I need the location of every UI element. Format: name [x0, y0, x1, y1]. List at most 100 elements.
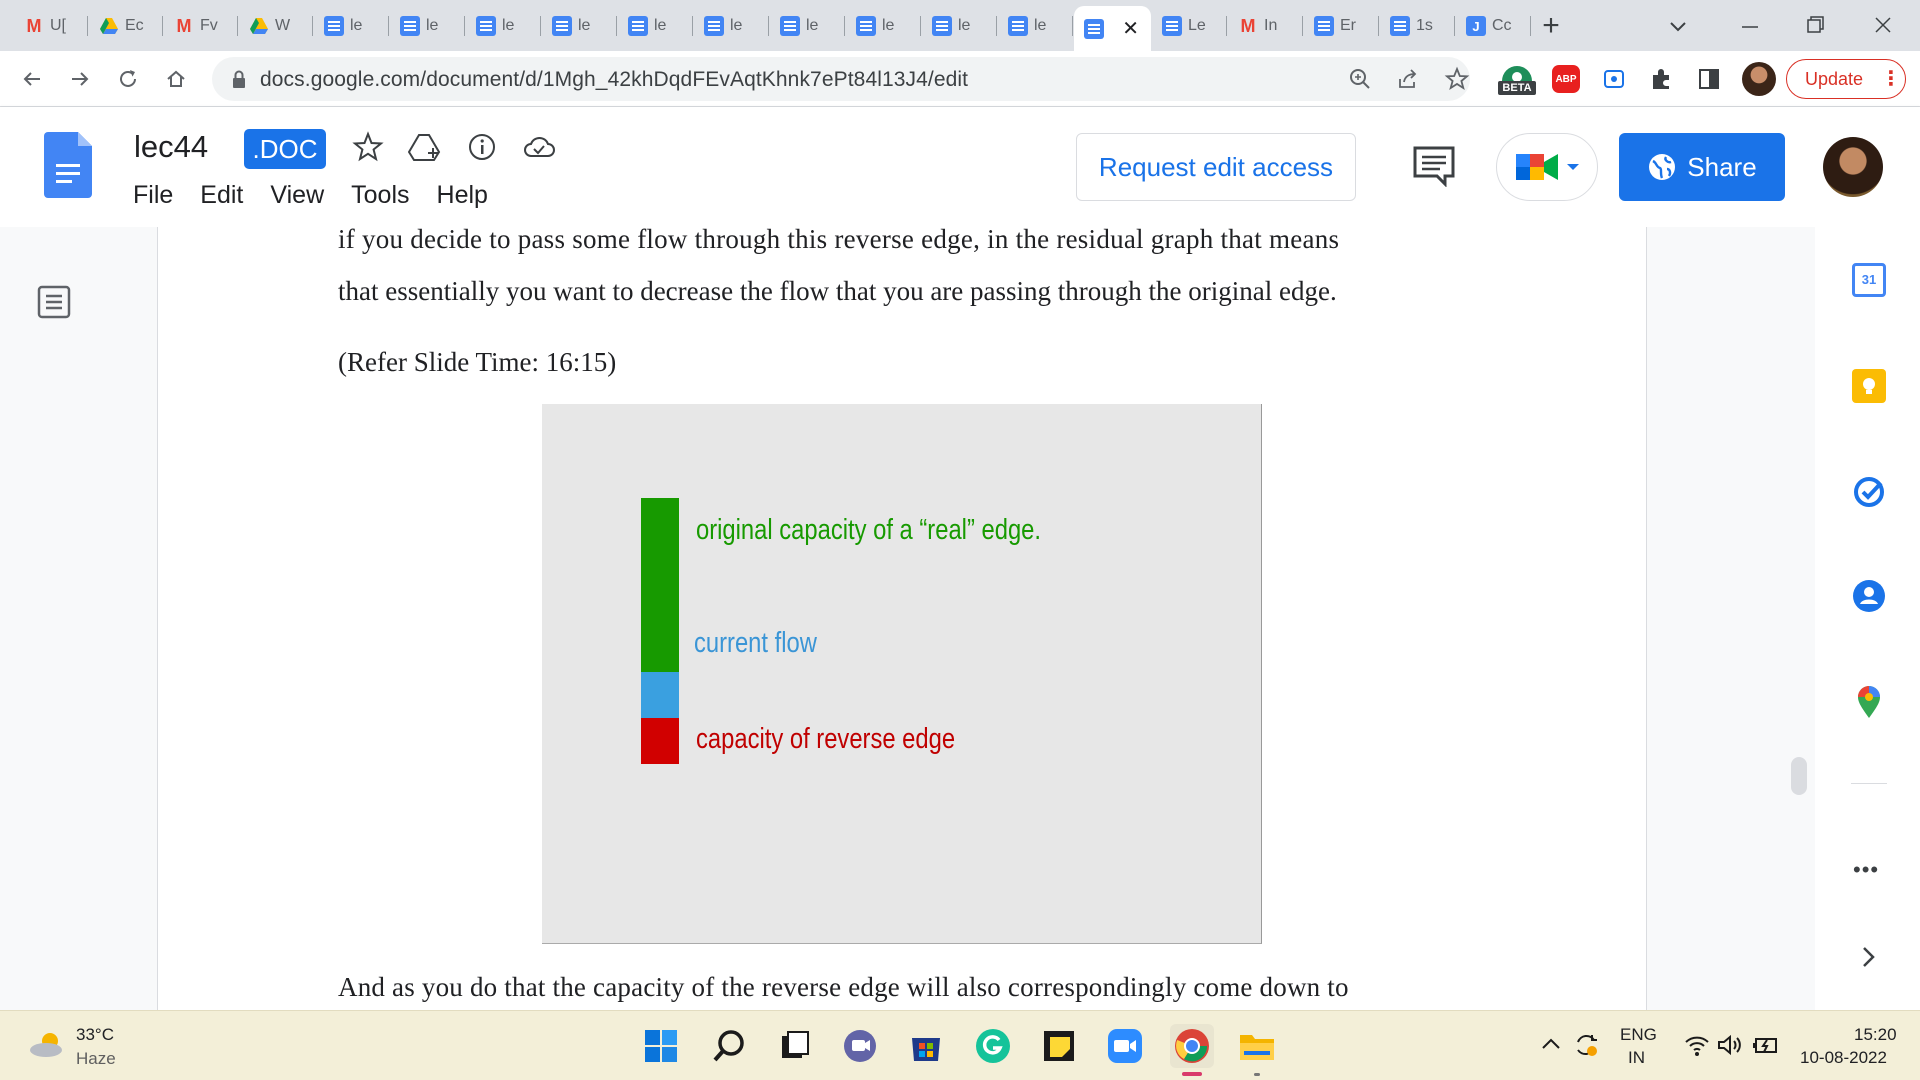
document-details-icon[interactable] — [466, 131, 498, 163]
tab-search-icon[interactable] — [1666, 14, 1690, 38]
lock-icon[interactable] — [230, 69, 248, 89]
browser-tab[interactable]: le — [922, 8, 997, 44]
browser-tab-label: W — [275, 17, 291, 34]
url-text[interactable]: docs.google.com/document/d/1Mgh_42khDqdF… — [260, 68, 968, 92]
bookmark-star-icon[interactable] — [1444, 66, 1470, 92]
zoom-icon[interactable] — [1348, 67, 1372, 91]
extension-beta-icon[interactable]: BETA — [1496, 61, 1538, 101]
browser-tab[interactable]: M Fv — [164, 8, 238, 44]
menu-view[interactable]: View — [270, 181, 324, 210]
j-icon: J — [1466, 16, 1486, 36]
grammarly-icon[interactable] — [974, 1027, 1012, 1065]
browser-tab[interactable]: Er — [1304, 8, 1379, 44]
request-edit-access-button[interactable]: Request edit access — [1076, 133, 1356, 201]
menu-file[interactable]: File — [133, 181, 173, 210]
new-tab-button[interactable]: + — [1535, 9, 1567, 42]
slide-image: original capacity of a “real” edge. curr… — [542, 404, 1262, 944]
tab-separator — [1072, 16, 1073, 36]
browser-tab[interactable]: le — [542, 8, 617, 44]
browser-tab[interactable]: J Cc — [1456, 8, 1531, 44]
home-button[interactable] — [162, 65, 190, 93]
current-flow-bar — [641, 672, 679, 718]
calendar-icon[interactable]: 31 — [1852, 263, 1886, 297]
keep-icon[interactable] — [1852, 369, 1886, 403]
docs-icon — [400, 16, 420, 36]
browser-tab[interactable]: M U[ — [14, 8, 88, 44]
browser-tab[interactable]: Ec — [89, 8, 163, 44]
extensions-puzzle-icon[interactable] — [1648, 66, 1674, 92]
search-icon[interactable] — [710, 1027, 748, 1065]
back-button[interactable] — [18, 65, 46, 93]
browser-tab-label: le — [578, 17, 591, 34]
language-line1[interactable]: ENG — [1620, 1025, 1657, 1045]
tab-separator — [920, 16, 921, 36]
address-bar[interactable]: docs.google.com/document/d/1Mgh_42khDqdF… — [212, 57, 1470, 101]
star-icon[interactable] — [352, 131, 384, 163]
store-icon[interactable] — [907, 1027, 945, 1065]
browser-tab[interactable]: le — [694, 8, 769, 44]
profile-avatar[interactable] — [1742, 62, 1776, 96]
start-button[interactable] — [642, 1027, 680, 1065]
move-to-drive-icon[interactable] — [407, 131, 442, 163]
contacts-icon[interactable] — [1852, 579, 1886, 613]
show-hidden-icons-button[interactable] — [1540, 1035, 1562, 1053]
close-tab-icon[interactable]: ✕ — [1122, 16, 1139, 41]
teams-chat-icon[interactable] — [841, 1027, 879, 1065]
menu-help[interactable]: Help — [437, 181, 488, 210]
browser-tab[interactable]: le — [390, 8, 465, 44]
browser-tab[interactable]: le — [314, 8, 389, 44]
account-avatar[interactable] — [1823, 137, 1883, 197]
screen-record-icon[interactable] — [1602, 67, 1626, 91]
weather-icon[interactable] — [28, 1031, 66, 1059]
maps-icon[interactable] — [1855, 685, 1883, 719]
volume-icon[interactable] — [1716, 1033, 1744, 1057]
more-icon[interactable]: ••• — [1853, 857, 1879, 883]
browser-tab-active[interactable]: ✕ — [1074, 6, 1151, 51]
browser-tab[interactable]: W — [239, 8, 313, 44]
battery-icon[interactable] — [1752, 1035, 1780, 1057]
document-outline-icon[interactable] — [37, 285, 71, 319]
browser-tab[interactable]: le — [618, 8, 693, 44]
side-panel-icon[interactable] — [1697, 67, 1721, 91]
menu-edit[interactable]: Edit — [200, 181, 243, 210]
sync-icon[interactable] — [1572, 1031, 1600, 1059]
file-explorer-icon[interactable] — [1238, 1027, 1276, 1065]
cloud-status-icon[interactable] — [522, 133, 556, 161]
scrollbar-thumb[interactable] — [1791, 757, 1807, 795]
zoom-app-icon[interactable] — [1106, 1027, 1144, 1065]
restore-button[interactable] — [1800, 10, 1830, 40]
browser-tab[interactable]: le — [846, 8, 921, 44]
tab-strip: M U[Ec M Fv Wle le le le le le le le le le ✕ Le M In Er 1s J… — [0, 0, 1920, 51]
sticky-notes-icon[interactable] — [1040, 1027, 1078, 1065]
meet-button[interactable] — [1496, 133, 1598, 201]
minimize-button[interactable] — [1735, 14, 1765, 38]
language-line2[interactable]: IN — [1628, 1048, 1645, 1068]
task-view-icon[interactable] — [776, 1027, 814, 1065]
comments-icon[interactable] — [1412, 145, 1456, 188]
weather-temperature[interactable]: 33°C — [76, 1025, 114, 1045]
tasks-icon[interactable] — [1852, 475, 1886, 509]
browser-tab[interactable]: le — [998, 8, 1073, 44]
update-button[interactable]: Update ⋮ — [1786, 59, 1906, 99]
document-title[interactable]: lec44 — [134, 129, 208, 165]
clock-time[interactable]: 15:20 — [1854, 1025, 1897, 1045]
share-button[interactable]: Share — [1619, 133, 1785, 201]
close-window-button[interactable] — [1868, 10, 1898, 40]
browser-tab[interactable]: M In — [1228, 8, 1303, 44]
clock-date[interactable]: 10-08-2022 — [1800, 1048, 1887, 1068]
browser-tab[interactable]: 1s — [1380, 8, 1455, 44]
menu-tools[interactable]: Tools — [351, 181, 409, 210]
chrome-icon[interactable] — [1170, 1024, 1214, 1068]
weather-condition[interactable]: Haze — [76, 1049, 116, 1069]
docs-logo-icon[interactable] — [44, 132, 92, 198]
browser-tab[interactable]: le — [466, 8, 541, 44]
forward-button[interactable] — [66, 65, 94, 93]
chevron-right-icon[interactable] — [1859, 945, 1879, 969]
adblock-icon[interactable]: ABP — [1552, 65, 1580, 93]
wifi-icon[interactable] — [1684, 1033, 1710, 1057]
browser-tab[interactable]: le — [770, 8, 845, 44]
share-page-icon[interactable] — [1396, 67, 1420, 91]
browser-tab[interactable]: Le — [1152, 8, 1227, 44]
tab-separator — [162, 16, 163, 36]
reload-button[interactable] — [114, 65, 142, 93]
